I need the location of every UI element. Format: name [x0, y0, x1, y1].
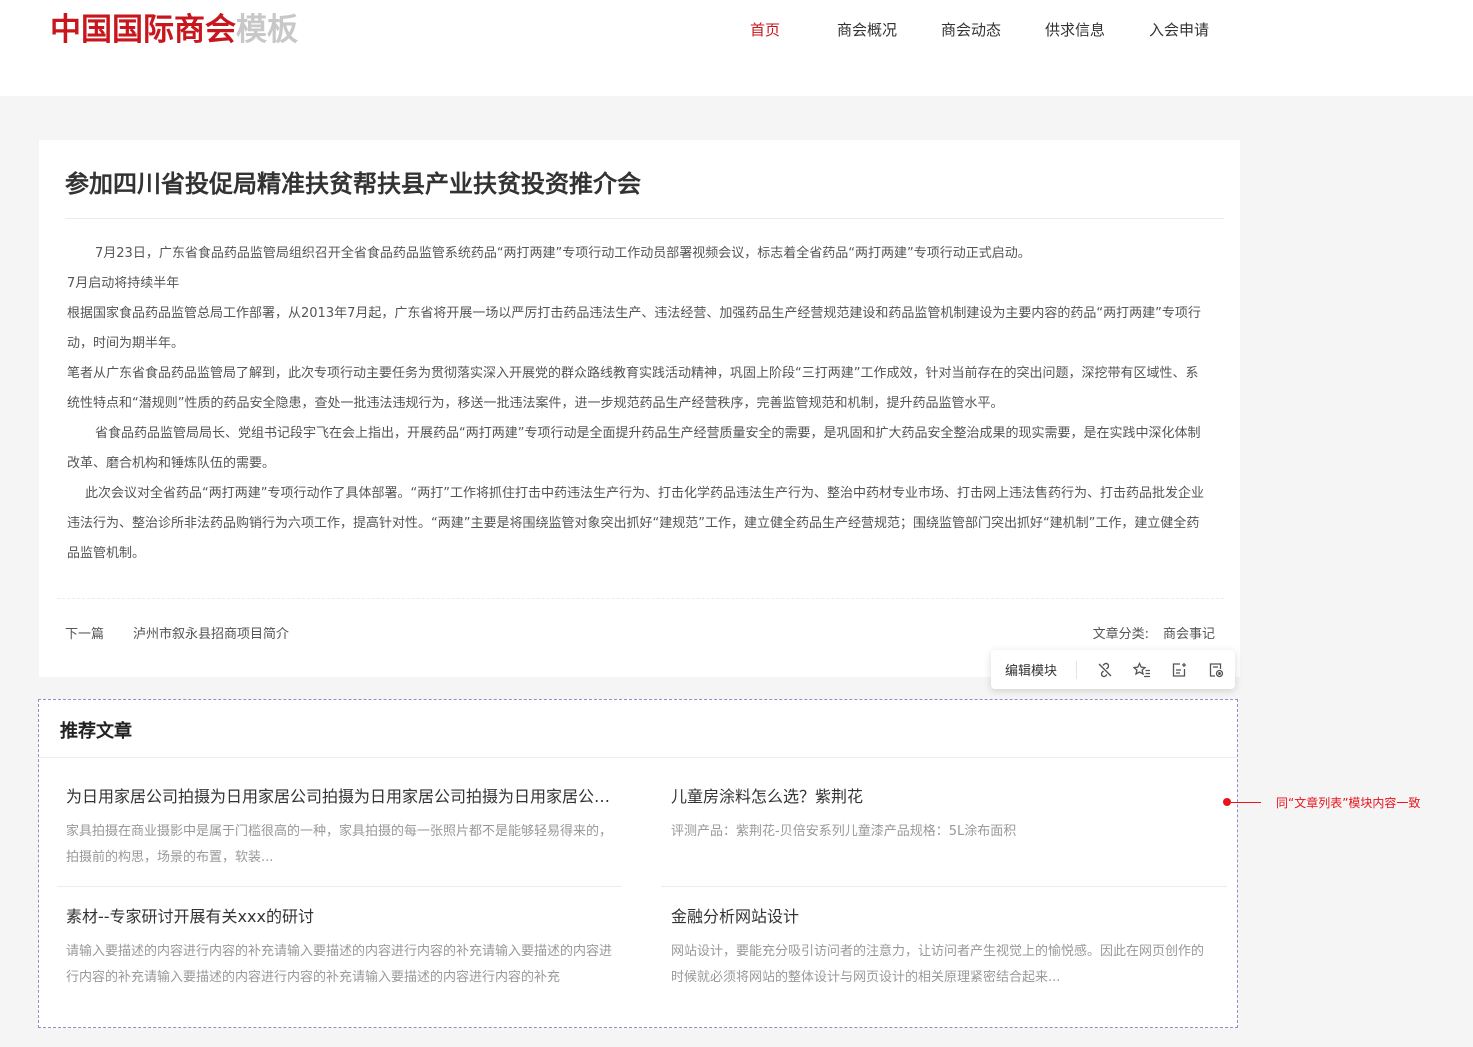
article-category: 文章分类: 商会事记: [1093, 624, 1215, 646]
module-toolbar: 编辑模块: [991, 650, 1235, 689]
recommend-item-desc: 请输入要描述的内容进行内容的补充请输入要描述的内容进行内容的补充请输入要描述的内…: [66, 944, 613, 985]
article-panel: 参加四川省投促局精准扶贫帮扶县产业扶贫投资推介会 7月23日，广东省食品药品监管…: [39, 140, 1240, 677]
annotation-text: 同“文章列表”模块内容一致: [1276, 795, 1421, 810]
page-settings-icon[interactable]: [1198, 656, 1235, 684]
recommend-item-desc: 家具拍摄在商业摄影中是属于门槛很高的一种，家具拍摄的每一张照片都不是能够轻易得来…: [66, 824, 613, 865]
recommend-item-desc: 评测产品：紫荆花-贝倍安系列儿童漆产品规格：5L涂布面积: [671, 824, 1017, 839]
list-item[interactable]: 为日用家居公司拍摄为日用家居公司拍摄为日用家居公司拍摄为日用家居公司拍摄 家具拍…: [66, 785, 614, 871]
recommend-item-desc: 网站设计，要能充分吸引访问者的注意力，让访问者产生视觉上的愉悦感。因此在网页创作…: [671, 944, 1205, 985]
article-paragraph: 7月23日，广东省食品药品监管局组织召开全省食品药品监管系统药品“两打两建”专项…: [95, 246, 1031, 261]
nav-item-join[interactable]: 入会申请: [1127, 18, 1231, 42]
recommend-divider: [39, 757, 1237, 758]
star-list-icon[interactable]: [1124, 656, 1161, 684]
site-logo[interactable]: 中国国际商会模板: [50, 9, 298, 51]
article-title: 参加四川省投促局精准扶贫帮扶县产业扶贫投资推介会: [65, 170, 641, 198]
item-divider: [57, 886, 622, 887]
next-article-label: 下一篇: [65, 627, 105, 642]
annotation-callout: 同“文章列表”模块内容一致: [1223, 792, 1420, 812]
unlink-icon[interactable]: [1087, 656, 1124, 684]
add-note-icon[interactable]: [1161, 656, 1198, 684]
list-item[interactable]: 金融分析网站设计 网站设计，要能充分吸引访问者的注意力，让访问者产生视觉上的愉悦…: [671, 905, 1211, 991]
recommend-module: 推荐文章 为日用家居公司拍摄为日用家居公司拍摄为日用家居公司拍摄为日用家居公司拍…: [38, 699, 1238, 1028]
recommend-item-title[interactable]: 儿童房涂料怎么选？紫荆花: [671, 785, 1211, 809]
nav-item-about[interactable]: 商会概况: [815, 18, 919, 42]
logo-main-text: 中国国际商会: [50, 12, 236, 48]
recommend-item-title[interactable]: 素材--专家研讨开展有关xxx的研讨: [66, 905, 614, 929]
nav-item-news[interactable]: 商会动态: [919, 18, 1023, 42]
site-header: 中国国际商会模板 首页 商会概况 商会动态 供求信息 入会申请: [0, 0, 1473, 96]
annotation-line: [1231, 801, 1261, 803]
nav-item-home[interactable]: 首页: [715, 18, 815, 42]
title-divider: [65, 218, 1224, 219]
item-divider: [661, 886, 1227, 887]
recommend-item-title[interactable]: 金融分析网站设计: [671, 905, 1211, 929]
list-item[interactable]: 儿童房涂料怎么选？紫荆花 评测产品：紫荆花-贝倍安系列儿童漆产品规格：5L涂布面…: [671, 785, 1211, 845]
article-paragraph: 笔者从广东省食品药品监管局了解到，此次专项行动主要任务为贯彻落实深入开展党的群众…: [67, 366, 1199, 411]
logo-sub-text: 模板: [236, 12, 298, 48]
article-paragraph: 7月启动将持续半年: [67, 276, 180, 291]
category-link[interactable]: 商会事记: [1163, 627, 1215, 642]
article-paragraph: 根据国家食品药品监管总局工作部署，从2013年7月起，广东省将开展一场以严厉打击…: [67, 306, 1201, 351]
list-item[interactable]: 素材--专家研讨开展有关xxx的研讨 请输入要描述的内容进行内容的补充请输入要描…: [66, 905, 614, 991]
category-label: 文章分类:: [1092, 627, 1149, 642]
next-article-link[interactable]: 泸州市叙永县招商项目简介: [133, 624, 289, 646]
article-paragraph: 此次会议对全省药品“两打两建”专项行动作了具体部署。“两打”工作将抓住打击中药违…: [67, 486, 1204, 561]
article-paragraph: 省食品药品监管局局长、党组书记段宇飞在会上指出，开展药品“两打两建”专项行动是全…: [67, 426, 1201, 471]
edit-module-button[interactable]: 编辑模块: [1005, 660, 1066, 679]
footer-divider: [57, 598, 1224, 599]
nav-item-supply[interactable]: 供求信息: [1023, 18, 1127, 42]
article-content: 7月23日，广东省食品药品监管局组织召开全省食品药品监管系统药品“两打两建”专项…: [67, 239, 1207, 569]
annotation-dot: [1223, 798, 1231, 806]
main-nav: 首页 商会概况 商会动态 供求信息 入会申请: [715, 18, 1231, 42]
recommend-item-title[interactable]: 为日用家居公司拍摄为日用家居公司拍摄为日用家居公司拍摄为日用家居公司拍摄: [66, 785, 614, 809]
recommend-title: 推荐文章: [60, 721, 132, 742]
toolbar-divider: [1075, 660, 1077, 679]
